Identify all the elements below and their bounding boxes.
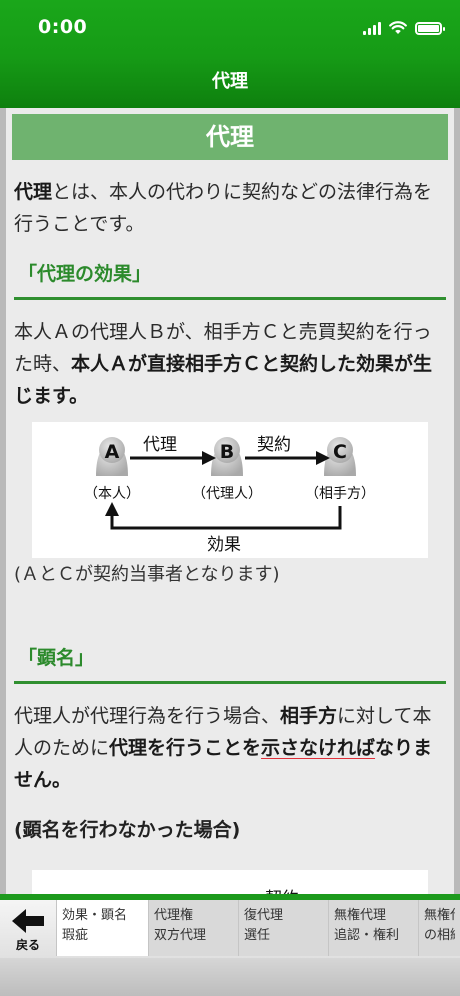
- status-bar: 0:00: [0, 0, 460, 56]
- node-label-c: （相手方）: [305, 486, 375, 502]
- wifi-icon: [389, 21, 407, 34]
- arrow-back: [110, 506, 342, 530]
- tab-unauthorized-inheritance[interactable]: 無権代 の相続: [418, 900, 460, 956]
- nav-title: 代理: [212, 71, 248, 92]
- kenmei-heading: 「顕名」: [14, 636, 446, 684]
- kenmei-diagram-svg: 契約: [265, 889, 299, 894]
- tab-authority[interactable]: 代理権 双方代理: [148, 900, 238, 956]
- status-icons: [363, 18, 445, 38]
- tab-line1: 無権代理: [334, 908, 387, 923]
- battery-icon: [415, 21, 445, 35]
- agency-diagram-svg: A B C 代理 契約 （本人） （代理人） （相手方） 効果: [84, 435, 375, 555]
- tab-unauthorized[interactable]: 無権代理 追認・権利: [328, 900, 418, 956]
- tab-line1: 無権代: [424, 908, 455, 923]
- tab-sub-agency[interactable]: 復代理 選任: [238, 900, 328, 956]
- effect-paragraph: 本人Ａの代理人Ｂが、相手方Ｃと売買契約を行った時、本人Ａが直接相手方Ｃと契約した…: [14, 316, 446, 412]
- kenmei-diagram: 契約: [32, 870, 428, 894]
- node-letter-c: C: [333, 441, 347, 463]
- kenmei-bold-underlined: 示さなければ: [261, 737, 376, 759]
- cellular-signal-icon: [363, 21, 381, 35]
- arrow-back-label: 効果: [207, 535, 241, 555]
- effect-bold-text: 本人Ａが直接相手方Ｃと契約した効果が生じます。: [14, 353, 433, 407]
- tab-effect-kenmei[interactable]: 効果・顕名 瑕疵: [56, 900, 148, 956]
- status-time: 0:00: [38, 16, 88, 38]
- tab-line1: 復代理: [244, 908, 284, 923]
- kenmei-text-1: 代理人が代理行為を行う場合、: [14, 705, 281, 727]
- toolbar-lower-panel: [0, 958, 460, 996]
- back-arrow-icon: [12, 909, 44, 933]
- effect-heading: 「代理の効果」: [14, 252, 446, 300]
- arrow-bc-label: 契約: [257, 435, 291, 455]
- tab-line2: の相続: [424, 928, 455, 943]
- node-letter-b: B: [220, 441, 234, 463]
- node-label-b: （代理人）: [192, 486, 262, 502]
- content-frame: 代理 代理とは、本人の代わりに契約などの法律行為を行うことです。 「代理の効果」…: [0, 108, 460, 894]
- tab-line2: 追認・権利: [334, 928, 400, 943]
- bottom-toolbar-inner: 戻る 効果・顕名 瑕疵 代理権 双方代理 復代理 選任 無権代理 追認・権利 無…: [0, 900, 460, 996]
- arrow-ab-label: 代理: [143, 435, 177, 455]
- back-label: 戻る: [15, 938, 40, 952]
- intro-paragraph: 代理とは、本人の代わりに契約などの法律行為を行うことです。: [14, 176, 446, 240]
- tab-line2: 瑕疵: [62, 928, 89, 943]
- navigation-bar: 代理: [0, 56, 460, 108]
- kenmei-bold-2: 代理を行うことを: [109, 737, 262, 759]
- kenmei-bold-1: 相手方: [280, 705, 338, 727]
- back-button[interactable]: 戻る: [0, 900, 56, 960]
- section-title: 代理: [12, 114, 448, 160]
- effect-note: (ＡとＣが契約当事者となります): [14, 564, 280, 585]
- kenmei-subheading: (顕名を行わなかった場合): [14, 819, 241, 841]
- tab-line2: 選任: [244, 928, 271, 943]
- intro-text: とは、本人の代わりに契約などの法律行為を行うことです。: [14, 181, 433, 235]
- bottom-toolbar: 戻る 効果・顕名 瑕疵 代理権 双方代理 復代理 選任 無権代理 追認・権利 無…: [0, 894, 460, 996]
- tab-line1: 代理権: [154, 908, 194, 923]
- intro-term: 代理: [14, 181, 53, 203]
- tab-line2: 双方代理: [154, 928, 207, 943]
- node-letter-a: A: [105, 441, 120, 463]
- node-label-a: （本人）: [84, 486, 140, 502]
- content-scroll-area[interactable]: 代理 代理とは、本人の代わりに契約などの法律行為を行うことです。 「代理の効果」…: [6, 108, 454, 894]
- kenmei-paragraph: 代理人が代理行為を行う場合、相手方に対して本人のために代理を行うことを示さなけれ…: [14, 700, 446, 796]
- agency-diagram: A B C 代理 契約 （本人） （代理人） （相手方） 効果: [32, 422, 428, 558]
- tab-line1: 効果・顕名: [62, 908, 128, 923]
- arrow-back-head: [105, 502, 119, 516]
